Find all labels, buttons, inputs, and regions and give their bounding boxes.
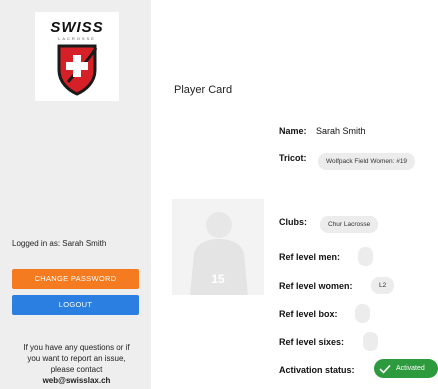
page-title: Player Card bbox=[174, 84, 233, 96]
help-text-line: you want to report an issue, bbox=[27, 354, 126, 363]
ref-men-label: Ref level men: bbox=[279, 252, 341, 262]
logo-subtext: LACROSSE bbox=[58, 36, 96, 41]
help-text-line: If you have any questions or if bbox=[23, 343, 130, 352]
club-badge: Chur Lacrosse bbox=[320, 216, 379, 233]
tricot-label: Tricot: bbox=[279, 153, 307, 163]
name-label: Name: bbox=[279, 126, 307, 136]
activation-status-text: Activated bbox=[396, 365, 425, 372]
logo-text: SWISS bbox=[50, 19, 104, 36]
ref-women-label: Ref level women: bbox=[279, 281, 353, 291]
ref-sixes-label: Ref level sixes: bbox=[279, 337, 345, 347]
jersey-number: 15 bbox=[211, 272, 225, 286]
ref-women-badge: L2 bbox=[371, 277, 395, 294]
change-password-button[interactable]: CHANGE PASSWORD bbox=[12, 269, 139, 289]
name-value: Sarah Smith bbox=[316, 126, 366, 136]
logout-button[interactable]: LOGOUT bbox=[12, 295, 139, 315]
activation-status-badge: Activated bbox=[374, 359, 438, 378]
logged-in-label: Logged in as: Sarah Smith bbox=[12, 239, 107, 248]
ref-box-label: Ref level box: bbox=[279, 309, 338, 319]
swiss-lacrosse-logo[interactable]: SWISS LACROSSE bbox=[35, 12, 119, 101]
help-text: If you have any questions or if you want… bbox=[8, 342, 145, 386]
checkmark-icon bbox=[379, 364, 391, 374]
ref-box-badge bbox=[355, 304, 370, 323]
tricot-value-badge: Wolfpack Field Women: #19 bbox=[318, 153, 416, 170]
ref-sixes-badge bbox=[363, 332, 378, 351]
help-email-link[interactable]: web@swisslax.ch bbox=[8, 375, 145, 386]
clubs-label: Clubs: bbox=[279, 217, 307, 227]
player-silhouette: 15 bbox=[190, 212, 248, 295]
activation-status-label: Activation status: bbox=[279, 365, 355, 375]
player-photo: 15 bbox=[172, 199, 264, 295]
ref-men-badge bbox=[358, 247, 373, 266]
swiss-cross-shield-icon bbox=[57, 44, 98, 96]
sidebar: SWISS LACROSSE Logged in as: Sarah Smith… bbox=[0, 0, 151, 389]
help-text-line: please contact bbox=[50, 365, 103, 374]
